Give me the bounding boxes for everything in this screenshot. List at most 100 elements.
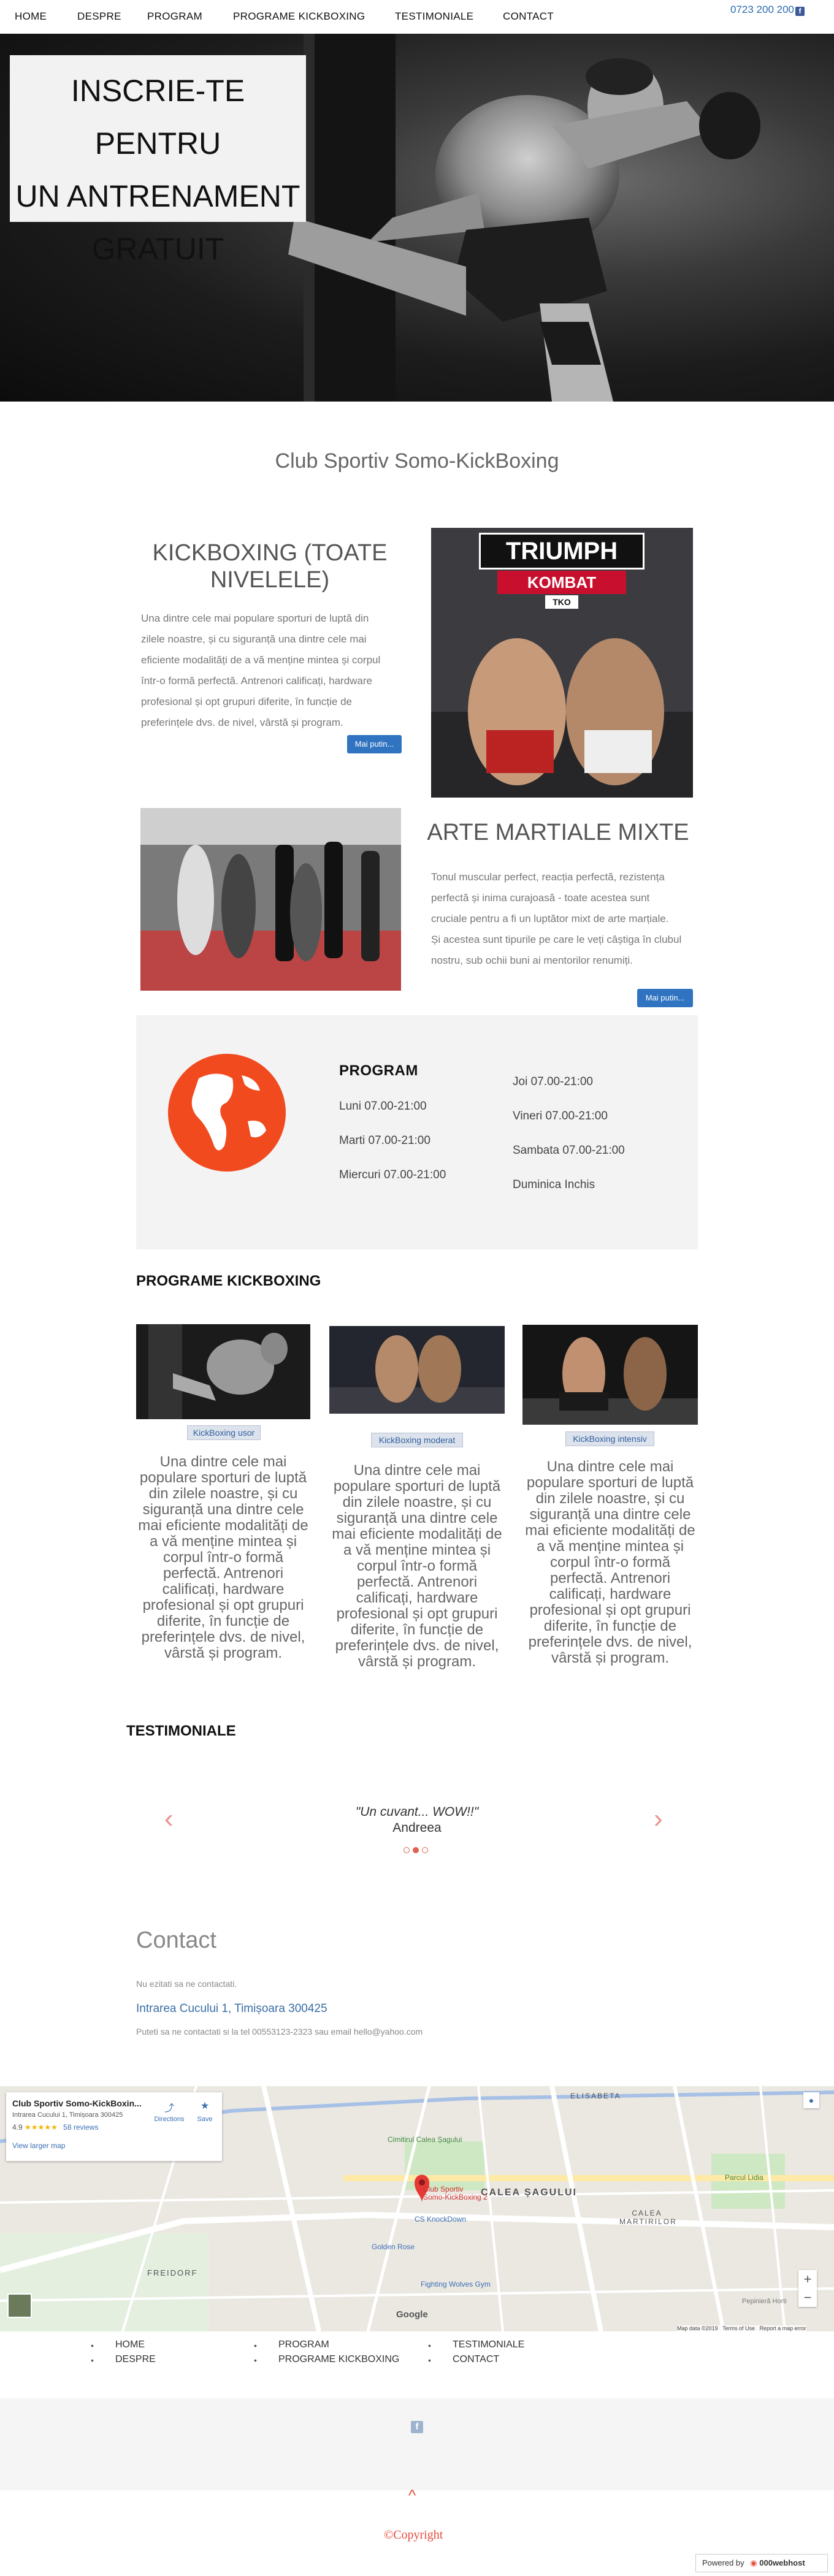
contact-address: Intrarea Cucului 1, Timișoara 300425 bbox=[136, 2002, 327, 2015]
map-place-name: Club Sportiv Somo-KickBoxin... bbox=[12, 2098, 142, 2108]
map-report-link[interactable]: Report a map error bbox=[760, 2325, 806, 2331]
poster-triumph: TRIUMPH bbox=[479, 533, 645, 570]
zoom-in-button[interactable]: + bbox=[798, 2270, 817, 2288]
program-card-3-tag[interactable]: KickBoxing intensiv bbox=[565, 1431, 654, 1446]
kickboxing-poster-image: TRIUMPH KOMBAT TKO bbox=[431, 528, 693, 798]
map-label-elisabeta: ELISABETA bbox=[570, 2092, 621, 2100]
top-nav: HOME DESPRE PROGRAM PROGRAME KICKBOXING … bbox=[0, 0, 834, 34]
map-save-label[interactable]: Save bbox=[194, 2116, 216, 2123]
phone-number[interactable]: 0723 200 200 f bbox=[730, 4, 805, 16]
star-icon: ★★★★★ bbox=[25, 2123, 58, 2132]
poster-kombat: KOMBAT bbox=[497, 571, 626, 594]
schedule-tuesday: Marti 07.00-21:00 bbox=[339, 1134, 430, 1147]
bullet-icon: • bbox=[428, 2355, 431, 2365]
nav-programe-kickboxing[interactable]: PROGRAME KICKBOXING bbox=[233, 10, 365, 23]
schedule-saturday: Sambata 07.00-21:00 bbox=[513, 1144, 625, 1157]
globe-icon bbox=[168, 1054, 286, 1172]
program-card-3-text: Una dintre cele mai populare sporturi de … bbox=[525, 1458, 695, 1666]
map-reviews-link[interactable]: 58 reviews bbox=[63, 2123, 98, 2132]
pegman-icon[interactable]: ● bbox=[803, 2092, 819, 2108]
nav-contact[interactable]: CONTACT bbox=[503, 10, 554, 23]
contact-title: Contact bbox=[136, 1927, 216, 1953]
satellite-toggle[interactable] bbox=[7, 2293, 32, 2318]
copyright: ©Copyright bbox=[384, 2528, 443, 2542]
program-card-2-image bbox=[329, 1326, 505, 1414]
schedule-thursday: Joi 07.00-21:00 bbox=[513, 1075, 593, 1088]
powered-by-badge[interactable]: Powered by ◉ 000webhost bbox=[695, 2554, 828, 2572]
directions-icon[interactable]: ⤴ bbox=[152, 2100, 186, 2114]
schedule-title: PROGRAM bbox=[339, 1062, 418, 1079]
map-directions-label[interactable]: Directions bbox=[152, 2116, 186, 2123]
footer-link-home[interactable]: HOME bbox=[115, 2339, 145, 2350]
mma-title: ARTE MARTIALE MIXTE bbox=[427, 820, 689, 845]
bullet-icon: • bbox=[254, 2341, 257, 2350]
bullet-icon: • bbox=[428, 2341, 431, 2350]
map-label-calea-sagului: CALEA ȘAGULUI bbox=[481, 2187, 577, 2198]
mma-more-button[interactable]: Mai putin... bbox=[637, 989, 693, 1007]
kickboxing-description: Una dintre cele mai populare sporturi de… bbox=[141, 612, 381, 728]
program-card-1-tag[interactable]: KickBoxing usor bbox=[187, 1425, 261, 1440]
footer-link-programe-kickboxing[interactable]: PROGRAME KICKBOXING bbox=[278, 2354, 399, 2365]
program-card-1-art bbox=[136, 1324, 310, 1419]
map-attribution: Map data ©2019 Terms of Use Report a map… bbox=[677, 2325, 806, 2331]
program-card-2-text: Una dintre cele mai populare sporturi de … bbox=[332, 1462, 502, 1670]
map-zoom-controls: + − bbox=[798, 2270, 817, 2307]
footer-link-program[interactable]: PROGRAM bbox=[278, 2339, 329, 2350]
google-logo: Google bbox=[396, 2309, 428, 2320]
map-place-card: Club Sportiv Somo-KickBoxin... Intrarea … bbox=[6, 2092, 222, 2161]
mma-description: Tonul muscular perfect, reacția perfectă… bbox=[431, 871, 682, 966]
map-pin-label[interactable]: Club Sportiv Somo-KickBoxing 2 bbox=[423, 2185, 488, 2201]
webhost-logo-icon: ◉ bbox=[750, 2558, 757, 2567]
map-label-parcul-lidia: Parcul Lidia bbox=[725, 2173, 763, 2182]
footer-facebook-icon[interactable]: f bbox=[411, 2421, 423, 2433]
schedule-panel: PROGRAM Luni 07.00-21:00 Marti 07.00-21:… bbox=[136, 1015, 698, 1249]
testimonials-title: TESTIMONIALE bbox=[126, 1723, 236, 1739]
nav-testimoniale[interactable]: TESTIMONIALE bbox=[395, 10, 473, 23]
schedule-wednesday: Miercuri 07.00-21:00 bbox=[339, 1168, 446, 1181]
poster-tko: TKO bbox=[545, 595, 578, 609]
facebook-icon[interactable]: f bbox=[795, 7, 805, 16]
mma-gym-image bbox=[140, 808, 401, 991]
program-card-1-text: Una dintre cele mai populare sporturi de … bbox=[138, 1454, 308, 1661]
bullet-icon: • bbox=[91, 2355, 94, 2365]
map-rating: 4.9 ★★★★★ 58 reviews bbox=[12, 2123, 99, 2132]
map-label-freidorf: FREIDORF bbox=[147, 2268, 198, 2277]
footer-link-contact[interactable]: CONTACT bbox=[453, 2354, 499, 2365]
testimonial-quote: "Un cuvant... WOW!!" bbox=[355, 1805, 479, 1819]
footer-social: f bbox=[0, 2398, 834, 2490]
testimonial-dot-2[interactable] bbox=[413, 1847, 419, 1853]
hero-banner: INSCRIE-TE PENTRU UN ANTRENAMENT GRATUIT bbox=[0, 34, 834, 402]
nav-despre[interactable]: DESPRE bbox=[77, 10, 121, 23]
contact-note: Nu ezitati sa ne contactati. bbox=[136, 1979, 237, 1989]
map-place-address: Intrarea Cucului 1, Timișoara 300425 bbox=[12, 2111, 123, 2119]
testimonial-author: Andreea bbox=[392, 1821, 442, 1835]
club-title: Club Sportiv Somo-KickBoxing bbox=[275, 449, 559, 473]
phone-text: 0723 200 200 bbox=[730, 4, 794, 15]
program-card-2-tag[interactable]: KickBoxing moderat bbox=[371, 1433, 463, 1447]
save-star-icon[interactable]: ★ bbox=[194, 2100, 216, 2112]
schedule-sunday: Duminica Inchis bbox=[513, 1178, 595, 1191]
kickboxing-more-button[interactable]: Mai putin... bbox=[347, 735, 402, 753]
kickboxing-title: KICKBOXING (TOATE NIVELELE) bbox=[152, 540, 388, 593]
map-terms-link[interactable]: Terms of Use bbox=[722, 2325, 755, 2331]
schedule-friday: Vineri 07.00-21:00 bbox=[513, 1110, 608, 1122]
footer-link-despre[interactable]: DESPRE bbox=[115, 2354, 156, 2365]
map-label-calea-martirilor: CALEA MARTIRILOR bbox=[619, 2209, 677, 2226]
zoom-out-button[interactable]: − bbox=[798, 2288, 817, 2307]
testimonial-dot-3[interactable] bbox=[422, 1847, 428, 1853]
globe-continents bbox=[191, 1073, 266, 1151]
map-label-cimitirul: Cimitirul Calea Șagului bbox=[388, 2135, 462, 2144]
hero-title: INSCRIE-TE PENTRU UN ANTRENAMENT GRATUIT bbox=[15, 74, 300, 266]
map-view-larger-link[interactable]: View larger map bbox=[12, 2141, 65, 2150]
program-card-3-image bbox=[522, 1325, 698, 1425]
testimonial-dot-1[interactable] bbox=[404, 1847, 410, 1853]
programs-title: PROGRAME KICKBOXING bbox=[136, 1273, 321, 1289]
google-map[interactable]: ELISABETA CALEA ȘAGULUI CALEA MARTIRILOR… bbox=[0, 2086, 834, 2331]
bullet-icon: • bbox=[254, 2355, 257, 2365]
nav-home[interactable]: HOME bbox=[15, 10, 47, 23]
footer-link-testimoniale[interactable]: TESTIMONIALE bbox=[453, 2339, 524, 2350]
back-to-top-arrow[interactable]: ^ bbox=[408, 2486, 416, 2505]
program-card-2-art bbox=[329, 1326, 505, 1414]
schedule-monday: Luni 07.00-21:00 bbox=[339, 1100, 427, 1113]
nav-program[interactable]: PROGRAM bbox=[147, 10, 202, 23]
